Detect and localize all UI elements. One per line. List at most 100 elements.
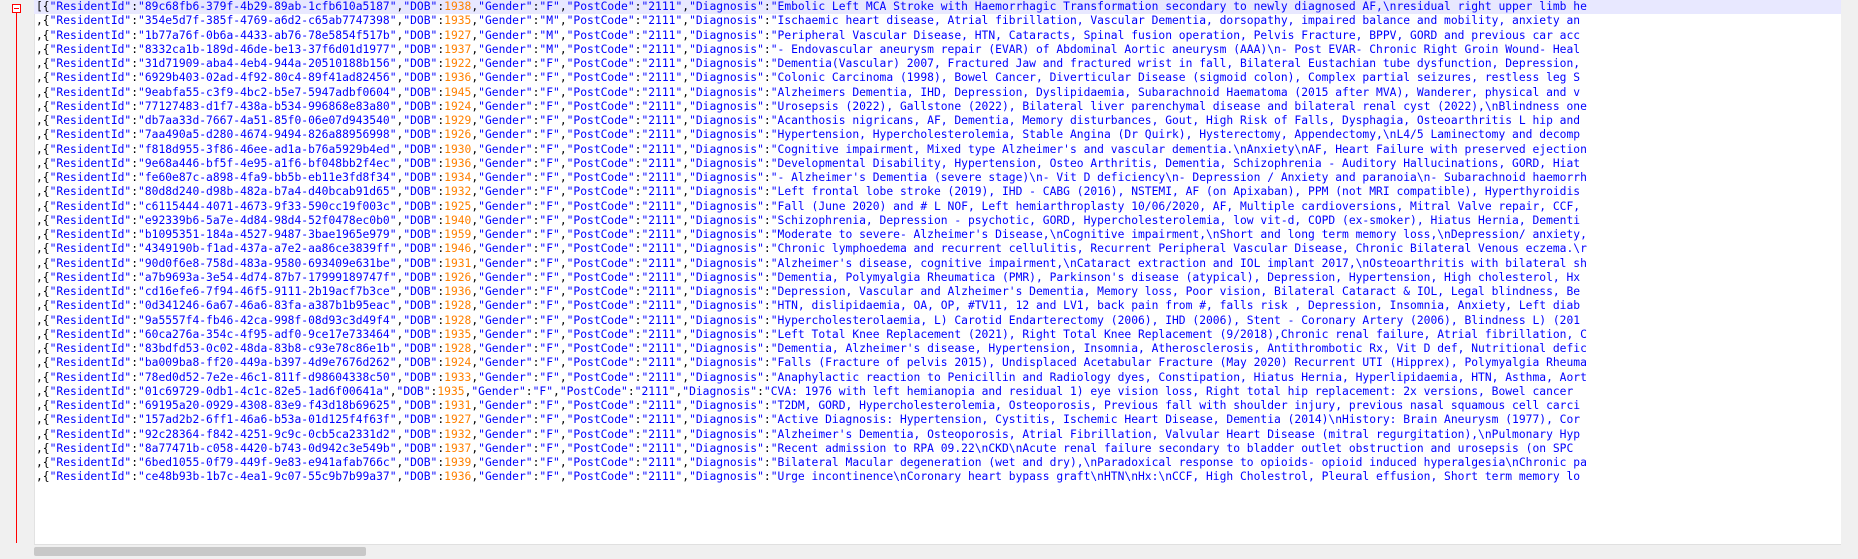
key-dob: "DOB"	[403, 313, 438, 327]
value-resident-id: "9eabfa55-c3f9-4bc2-b5e7-5947adbf0604"	[138, 85, 397, 99]
value-diagnosis: "Colonic Carcinoma (1998), Bowel Cancer,…	[770, 71, 1581, 85]
value-postcode: "2111"	[641, 313, 683, 327]
comma: ,	[559, 213, 567, 227]
code-line[interactable]: ,{"ResidentId": "80d8d240-d98b-482a-b7a4-…	[34, 185, 1858, 199]
text-editor[interactable]: [{"ResidentId":"89c68fb6-379f-4b29-89ab-…	[34, 0, 1858, 545]
key-gender: "Gender"	[478, 28, 533, 42]
code-line[interactable]: ,{"ResidentId": "fe60e87c-a898-4fa9-bb5b-…	[34, 171, 1858, 185]
value-resident-id: "354e5d7f-385f-4769-a6d2-c65ab7747398"	[138, 14, 397, 28]
code-line[interactable]: ,{"ResidentId": "83bdfd53-0c02-48da-83b8-…	[34, 342, 1858, 356]
value-postcode: "2111"	[641, 356, 683, 370]
line-prefix: ,{	[36, 427, 50, 441]
code-line[interactable]: ,{"ResidentId": "8332ca1b-189d-46de-be13-…	[34, 43, 1858, 57]
value-postcode: "2111"	[641, 14, 683, 28]
code-line[interactable]: ,{"ResidentId": "354e5d7f-385f-4769-a6d2-…	[34, 14, 1858, 28]
value-dob: 1936	[444, 71, 472, 85]
code-line[interactable]: ,{"ResidentId": "db7aa33d-7667-4a51-85f0-…	[34, 114, 1858, 128]
key-postcode: "PostCode"	[566, 270, 635, 284]
fold-collapse-icon[interactable]	[12, 4, 21, 13]
value-gender: "F"	[532, 384, 554, 398]
value-postcode: "2111"	[641, 299, 683, 313]
code-line[interactable]: ,{"ResidentId": "90d0f6e8-758d-483a-9580-…	[34, 257, 1858, 271]
code-line[interactable]: ,{"ResidentId": "0d341246-6a67-46a6-83fa-…	[34, 299, 1858, 313]
value-dob: 1927	[444, 413, 472, 427]
value-dob: 1959	[444, 228, 472, 241]
code-line[interactable]: ,{"ResidentId": "ce48b93b-1b7c-4ea1-9c07-…	[34, 470, 1858, 484]
code-line[interactable]: ,{"ResidentId": "6929b403-02ad-4f92-80c4-…	[34, 71, 1858, 85]
key-dob: "DOB"	[403, 356, 438, 370]
code-line[interactable]: ,{"ResidentId": "9a5557f4-fb46-42ca-998f-…	[34, 314, 1858, 328]
comma: ,	[559, 57, 567, 70]
key-diagnosis: "Diagnosis"	[689, 185, 764, 199]
line-prefix: ,{	[36, 28, 50, 42]
key-diagnosis: "Diagnosis"	[689, 14, 764, 28]
key-gender: "Gender"	[478, 299, 533, 313]
comma: ,	[559, 228, 567, 241]
code-line[interactable]: ,{"ResidentId": "6bed1055-0f79-449f-9e83-…	[34, 456, 1858, 470]
line-prefix: ,{	[36, 441, 50, 455]
colon: :	[757, 384, 764, 398]
horizontal-scroll-thumb[interactable]	[34, 547, 366, 556]
code-line[interactable]: ,{"ResidentId": "9e68a446-bf5f-4e95-a1f6-…	[34, 157, 1858, 171]
key-dob: "DOB"	[403, 299, 438, 313]
value-dob: 1945	[444, 85, 472, 99]
code-line[interactable]: ,{"ResidentId": "77127483-d1f7-438a-b534-…	[34, 100, 1858, 114]
value-dob: 1925	[444, 199, 472, 213]
value-diagnosis: "Left frontal lobe stroke (2019), IHD - …	[770, 185, 1581, 199]
key-dob: "DOB"	[396, 384, 431, 398]
value-dob: 1935	[444, 327, 472, 341]
value-gender: "M"	[539, 14, 560, 28]
value-dob: 1935	[437, 384, 465, 398]
code-line[interactable]: ,{"ResidentId": "9eabfa55-c3f9-4bc2-b5e7-…	[34, 86, 1858, 100]
code-line[interactable]: ,{"ResidentId": "1b77a76f-0b6a-4433-ab76-…	[34, 29, 1858, 43]
code-line[interactable]: ,{"ResidentId": "cd16efe6-7f94-46f5-9111-…	[34, 285, 1858, 299]
code-line[interactable]: ,{"ResidentId": "60ca276a-354c-4f95-adf0-…	[34, 328, 1858, 342]
horizontal-scrollbar[interactable]	[34, 544, 1841, 559]
value-dob: 1937	[444, 42, 472, 56]
key-gender: "Gender"	[478, 128, 533, 142]
key-gender: "Gender"	[478, 99, 533, 113]
code-line[interactable]: ,{"ResidentId": "e92339b6-5a7e-4d84-98d4-…	[34, 214, 1858, 228]
value-postcode: "2111"	[641, 171, 683, 184]
key-postcode: "PostCode"	[566, 413, 635, 427]
code-line[interactable]: ,{"ResidentId": "4349190b-f1ad-437a-a7e2-…	[34, 242, 1858, 256]
colon: :	[763, 142, 771, 156]
scrollbar-corner	[1841, 545, 1858, 559]
code-line[interactable]: ,{"ResidentId": "01c69729-0db1-4c1c-82e5-…	[34, 385, 1858, 399]
colon: :	[525, 384, 533, 398]
code-line[interactable]: ,{"ResidentId": "157ad2b2-6ff1-46a6-b53a-…	[34, 413, 1858, 427]
code-line[interactable]: ,{"ResidentId": "ba009ba8-ff20-449a-b397-…	[34, 356, 1858, 370]
value-gender: "M"	[539, 42, 560, 56]
value-diagnosis: "Acanthosis nigricans, AF, Dementia, Mem…	[770, 114, 1581, 127]
value-resident-id: "60ca276a-354c-4f95-adf0-9ce17e733464"	[138, 327, 397, 341]
code-line[interactable]: ,{"ResidentId": "a7b9693a-3e54-4d74-87b7-…	[34, 271, 1858, 285]
value-gender: "F"	[539, 299, 560, 313]
code-line[interactable]: ,{"ResidentId": "31d71909-aba4-4eb4-944a-…	[34, 57, 1858, 71]
code-line[interactable]: [{"ResidentId": "89c68fb6-379f-4b29-89ab-…	[34, 0, 1858, 15]
code-line[interactable]: ,{"ResidentId": "b1095351-184a-4527-9487-…	[34, 228, 1858, 242]
code-line[interactable]: ,{"ResidentId": "c6115444-4071-4673-9f33-…	[34, 200, 1858, 214]
key-postcode: "PostCode"	[566, 441, 635, 455]
code-line[interactable]: ,{"ResidentId": "69195a20-0929-4308-83e9-…	[34, 399, 1858, 413]
key-postcode: "PostCode"	[559, 384, 628, 398]
vertical-scrollbar[interactable]	[1841, 0, 1858, 545]
key-dob: "DOB"	[403, 199, 438, 213]
key-diagnosis: "Diagnosis"	[689, 456, 764, 469]
code-line[interactable]: ,{"ResidentId": "7aa490a5-d280-4674-9494-…	[34, 128, 1858, 142]
value-diagnosis: "Chronic lymphoedema and recurrent cellu…	[770, 242, 1587, 256]
code-line[interactable]: ,{"ResidentId": "f818d955-3f86-46ee-ad1a-…	[34, 143, 1858, 157]
value-gender: "F"	[539, 85, 560, 99]
code-line[interactable]: ,{"ResidentId": "78ed0d52-7e2e-46c1-811f-…	[34, 371, 1858, 385]
key-resident-id: "ResidentId"	[49, 213, 132, 227]
value-gender: "F"	[539, 399, 560, 412]
value-resident-id: "e92339b6-5a7e-4d84-98d4-52f0478ec0b0"	[138, 213, 397, 227]
code-line[interactable]: ,{"ResidentId": "8a77471b-c058-4420-b743-…	[34, 442, 1858, 456]
code-line[interactable]: ,{"ResidentId": "92c28364-f842-4251-9c9c-…	[34, 428, 1858, 442]
key-dob: "DOB"	[403, 270, 438, 284]
value-postcode: "2111"	[641, 413, 683, 427]
value-diagnosis: "Alzheimer's Dementia, Osteoporosis, Atr…	[770, 427, 1581, 441]
value-postcode: "2111"	[641, 142, 683, 156]
key-dob: "DOB"	[403, 114, 438, 127]
value-postcode: "2111"	[641, 470, 683, 484]
value-postcode: "2111"	[641, 327, 683, 341]
